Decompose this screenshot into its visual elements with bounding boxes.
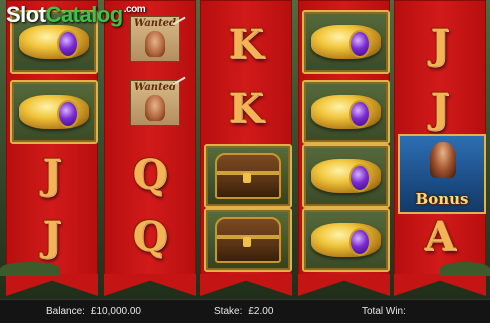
- watermark-logo: Slot Catalog .com: [6, 2, 146, 32]
- watermark-part-2: Catalog: [45, 2, 124, 27]
- reel-1: J J: [6, 0, 98, 296]
- stake-label: Stake:: [214, 306, 243, 317]
- reel-2-symbol-4: Q: [108, 206, 192, 266]
- reel-3-symbol-2: K: [204, 78, 288, 138]
- total-win-label: Total Win:: [362, 306, 406, 317]
- gold-ring-icon: [19, 95, 89, 129]
- letter-j: J: [42, 212, 62, 260]
- balance-label: Balance:: [46, 306, 85, 317]
- reel-2-symbol-3: Q: [108, 144, 192, 204]
- treasure-chest-icon: [215, 153, 281, 199]
- reel-4: [298, 0, 390, 296]
- reel-2-symbol-2-wanted: Wanted: [108, 72, 192, 132]
- letter-q: Q: [132, 150, 168, 198]
- letter-j: J: [42, 150, 62, 198]
- reel-4-symbol-2-ring: [302, 80, 390, 144]
- reel-5-banner-tail: [394, 274, 486, 296]
- gold-ring-icon: [311, 223, 381, 257]
- balance-display: Balance: £10,000.00: [46, 306, 141, 317]
- letter-k: K: [228, 20, 264, 68]
- reel-1-symbol-4: J: [10, 206, 94, 266]
- watermark-suffix: .com: [123, 4, 146, 15]
- reel-1-symbol-3: J: [10, 144, 94, 204]
- letter-j: J: [430, 20, 450, 68]
- wanted-poster: Wanted: [130, 80, 180, 126]
- stake-display: Stake: £2.00: [214, 306, 273, 317]
- grass-decoration: [0, 262, 60, 276]
- reel-1-symbol-2-ring: [10, 80, 98, 144]
- reel-5: J J Bonus A: [394, 0, 486, 296]
- gold-ring-icon: [311, 95, 381, 129]
- reel-3-symbol-4-chest: [204, 208, 292, 272]
- archer-heroine-icon: [430, 142, 456, 178]
- info-bar: Balance: £10,000.00 Stake: £2.00 Total Win…: [0, 299, 490, 323]
- reel-1-banner-tail: [6, 274, 98, 296]
- letter-a: A: [424, 212, 456, 260]
- letter-k: K: [228, 84, 264, 132]
- reel-2: Wanted Wanted Q Q: [104, 0, 196, 296]
- reel-2-banner-tail: [104, 274, 196, 296]
- reel-4-symbol-3-ring: [302, 144, 390, 208]
- reel-5-symbol-3-bonus: Bonus: [398, 134, 486, 214]
- reel-3: K K: [200, 0, 292, 296]
- reel-5-symbol-2: J: [398, 78, 482, 138]
- reel-5-symbol-1: J: [398, 14, 482, 74]
- total-win-display: Total Win:: [362, 306, 412, 317]
- reel-4-symbol-4-ring: [302, 208, 390, 272]
- balance-value: £10,000.00: [90, 306, 141, 317]
- reel-3-symbol-1: K: [204, 14, 288, 74]
- reel-3-symbol-3-chest: [204, 144, 292, 208]
- outlaw-portrait-icon: [145, 31, 165, 57]
- stake-value: £2.00: [248, 306, 274, 317]
- reel-4-banner-tail: [298, 274, 390, 296]
- gold-ring-icon: [311, 25, 381, 59]
- letter-j: J: [430, 84, 450, 132]
- reel-3-banner-tail: [200, 274, 292, 296]
- watermark-part-1: Slot: [6, 2, 46, 27]
- game-background: J J Wanted Wanted Q Q K K J J Bonus A: [0, 0, 490, 300]
- grass-decoration: [440, 262, 490, 276]
- gold-ring-icon: [311, 159, 381, 193]
- reel-4-symbol-1-ring: [302, 10, 390, 74]
- outlaw-portrait-icon: [145, 95, 165, 121]
- treasure-chest-icon: [215, 217, 281, 263]
- letter-q: Q: [132, 212, 168, 260]
- reel-5-symbol-4: A: [398, 206, 482, 266]
